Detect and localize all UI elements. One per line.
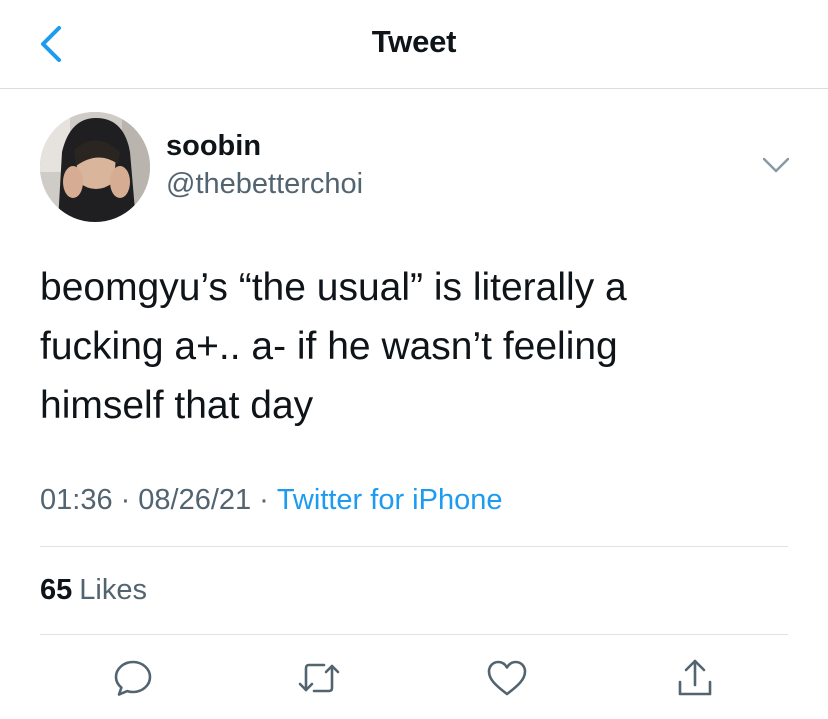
tweet-date[interactable]: 08/26/21	[138, 484, 251, 517]
tweet-source-link[interactable]: Twitter for iPhone	[277, 484, 503, 517]
top-bar: Tweet	[0, 0, 828, 89]
divider	[40, 634, 788, 635]
meta-separator: ·	[120, 484, 131, 516]
chevron-down-icon	[762, 157, 790, 173]
meta-separator: ·	[259, 484, 269, 516]
tweet-detail-page: Tweet soobin @thebetterchoi beomgyu’s “t…	[0, 0, 828, 719]
avatar[interactable]	[40, 112, 150, 222]
share-button[interactable]	[670, 655, 720, 701]
likes-count: 65	[40, 574, 73, 606]
like-button[interactable]	[482, 655, 532, 701]
tweet-text: beomgyu’s “the usual” is literally a fuc…	[40, 266, 627, 427]
likes-label: Likes	[79, 574, 147, 606]
more-options-button[interactable]	[758, 150, 794, 180]
reply-icon	[114, 660, 152, 696]
tweet-time: 01:36	[40, 484, 113, 516]
retweet-button[interactable]	[294, 655, 344, 701]
tweet-meta: 01:36 · 08/26/21 · Twitter for iPhone	[40, 484, 502, 517]
divider	[40, 546, 788, 547]
reply-button[interactable]	[108, 655, 158, 701]
like-icon	[487, 660, 527, 696]
share-icon	[678, 659, 712, 696]
author-handle[interactable]: @thebetterchoi	[166, 168, 363, 201]
avatar-image	[40, 112, 150, 222]
page-title: Tweet	[371, 24, 457, 59]
author-name[interactable]: soobin	[166, 130, 261, 163]
retweet-icon	[298, 663, 340, 693]
likes-stat[interactable]: 65 Likes	[40, 574, 147, 607]
